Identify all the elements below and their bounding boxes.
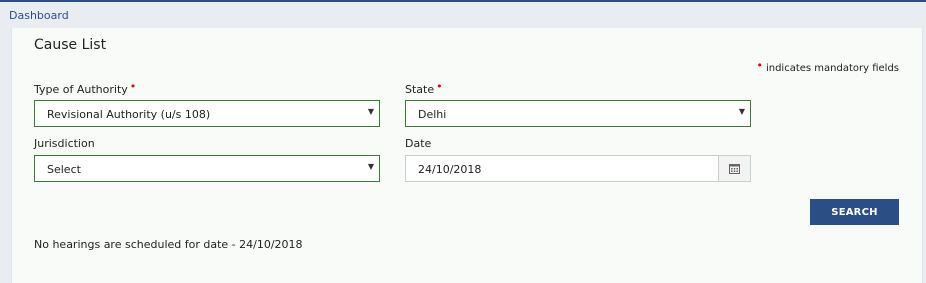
mandatory-note-text: indicates mandatory fields <box>765 63 899 74</box>
date-input[interactable]: 24/10/2018 <box>405 155 751 182</box>
calendar-icon <box>729 164 740 174</box>
state-select[interactable]: Delhi ▼ <box>405 100 751 127</box>
no-hearings-message: No hearings are scheduled for date - 24/… <box>34 238 303 251</box>
dropdown-arrow-icon: ▼ <box>367 107 374 116</box>
type-of-authority-select[interactable]: Revisional Authority (u/s 108) ▼ <box>34 100 380 127</box>
type-of-authority-label-text: Type of Authority <box>34 83 128 96</box>
search-button[interactable]: SEARCH <box>810 199 899 225</box>
required-marker: • <box>436 80 443 93</box>
page-title: Cause List <box>34 37 107 53</box>
required-marker: • <box>756 59 763 72</box>
dropdown-arrow-icon: ▼ <box>367 162 374 171</box>
date-value: 24/10/2018 <box>418 163 482 176</box>
type-of-authority-value: Revisional Authority (u/s 108) <box>47 108 211 121</box>
calendar-button[interactable] <box>718 156 750 181</box>
jurisdiction-value: Select <box>47 163 81 176</box>
jurisdiction-select[interactable]: Select ▼ <box>34 155 380 182</box>
top-border <box>0 0 926 2</box>
jurisdiction-label: Jurisdiction <box>34 137 95 150</box>
required-marker: • <box>129 80 137 93</box>
state-label-text: State <box>405 83 435 96</box>
cause-list-panel: Cause List • indicates mandatory fields T… <box>11 28 923 283</box>
state-label: State • <box>405 80 443 96</box>
mandatory-note: • indicates mandatory fields <box>756 59 899 74</box>
dropdown-arrow-icon: ▼ <box>738 107 745 116</box>
breadcrumb-dashboard-link[interactable]: Dashboard <box>9 9 69 22</box>
state-value: Delhi <box>418 108 447 121</box>
date-label: Date <box>405 137 432 150</box>
type-of-authority-label: Type of Authority • <box>34 80 137 96</box>
